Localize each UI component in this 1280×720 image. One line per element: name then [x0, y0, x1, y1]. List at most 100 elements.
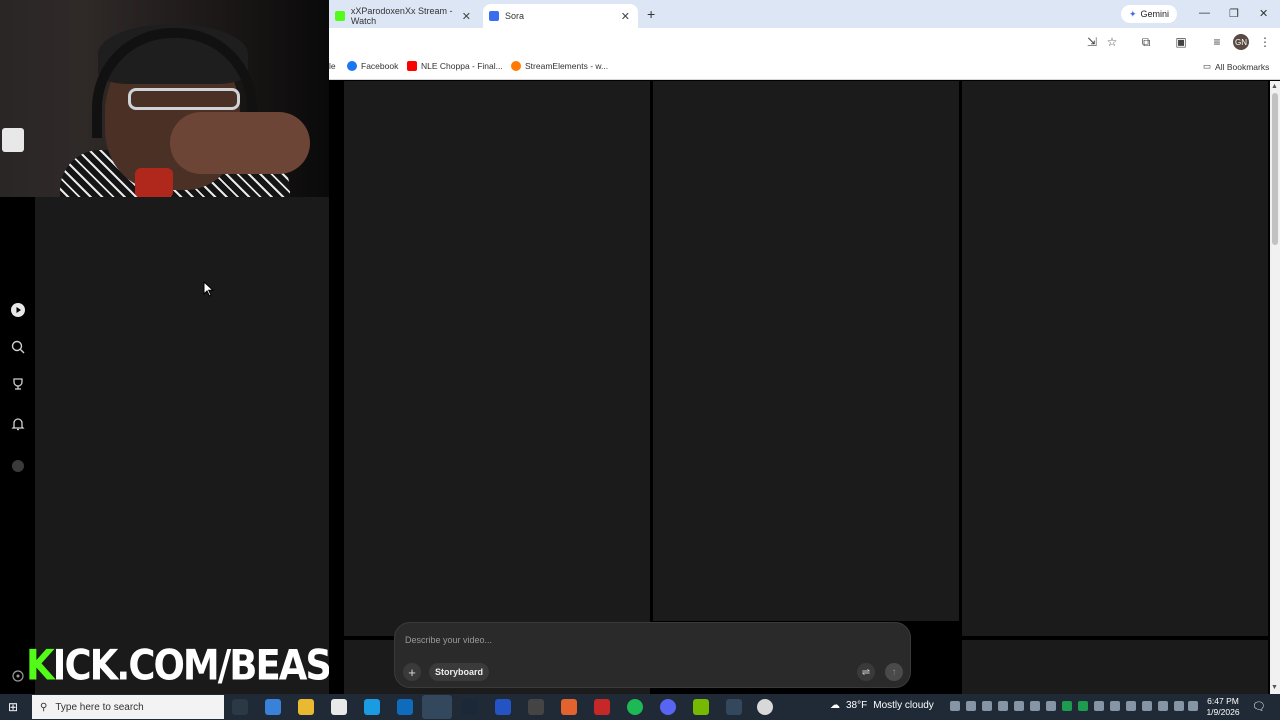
- browser-tab-bar: xXParodoxenXx Stream - Watch ✕ Sora ✕ + …: [329, 0, 1280, 28]
- webcam-cup: [2, 128, 24, 152]
- bookmark-streamelements[interactable]: StreamElements - w...: [511, 61, 608, 71]
- settings-icon[interactable]: [9, 667, 27, 685]
- media-icon[interactable]: ≡: [1210, 35, 1224, 49]
- clock-time: 6:47 PM: [1207, 696, 1239, 706]
- bookmark-label: Facebook: [361, 61, 399, 71]
- taskbar-search[interactable]: ⚲ Type here to search: [32, 695, 224, 719]
- video-card[interactable]: [962, 81, 1268, 636]
- tray-icon[interactable]: [998, 701, 1008, 711]
- bookmark-label: StreamElements - w...: [525, 61, 609, 71]
- tray-icon[interactable]: [1046, 701, 1056, 711]
- page-scrollbar[interactable]: ▲ ▼: [1270, 81, 1280, 694]
- app-icon[interactable]: [561, 699, 577, 715]
- tab-kick-stream[interactable]: xXParodoxenXx Stream - Watch ✕: [329, 4, 479, 28]
- close-icon[interactable]: ✕: [462, 10, 471, 23]
- send-button[interactable]: ↑: [885, 663, 903, 681]
- kick-favicon-icon: [335, 11, 345, 21]
- chrome-icon[interactable]: [422, 695, 452, 719]
- app-icon[interactable]: [594, 699, 610, 715]
- clock-date: 1/9/2026: [1206, 707, 1240, 717]
- side-panel-icon[interactable]: ▣: [1174, 35, 1188, 49]
- video-card[interactable]: [344, 81, 650, 636]
- mic-icon[interactable]: [1158, 701, 1168, 711]
- webcam-glasses: [128, 88, 240, 110]
- tab-label: xXParodoxenXx Stream - Watch: [350, 6, 453, 26]
- spotify-icon[interactable]: [627, 699, 643, 715]
- install-icon[interactable]: ⇲: [1085, 35, 1099, 49]
- start-icon[interactable]: ⊞: [8, 700, 22, 714]
- home-icon[interactable]: [9, 301, 27, 319]
- search-icon[interactable]: [9, 338, 27, 356]
- store-icon[interactable]: [331, 699, 347, 715]
- sora-left-panel: [35, 197, 329, 694]
- discord-icon[interactable]: [660, 699, 676, 715]
- extensions-icon[interactable]: ⧉: [1139, 35, 1153, 49]
- video-card[interactable]: [653, 81, 959, 621]
- sora-favicon-icon: [489, 11, 499, 21]
- youtube-icon: [407, 61, 417, 71]
- kick-banner: K ICK.COM/BEASTK: [26, 639, 382, 691]
- tray-icon[interactable]: [1014, 701, 1024, 711]
- profile-icon[interactable]: [9, 457, 27, 475]
- scroll-down-icon[interactable]: ▼: [1271, 684, 1278, 691]
- tray-icon[interactable]: [982, 701, 992, 711]
- bookmark-le[interactable]: le: [329, 61, 336, 71]
- tray-icon[interactable]: [1094, 701, 1104, 711]
- weather-widget[interactable]: ☁ 38°F Mostly cloudy: [830, 700, 934, 711]
- task-view-icon[interactable]: [232, 699, 248, 715]
- tray-icon[interactable]: [1030, 701, 1040, 711]
- bookmark-nle-choppa[interactable]: NLE Choppa - Final...: [407, 61, 503, 71]
- app-icon[interactable]: [757, 699, 773, 715]
- sora-sidebar: [0, 197, 35, 694]
- obs-icon[interactable]: [528, 699, 544, 715]
- star-icon[interactable]: ☆: [1105, 35, 1119, 49]
- steam-icon[interactable]: [462, 699, 478, 715]
- network-icon[interactable]: [1188, 701, 1198, 711]
- tray-icon[interactable]: [1062, 701, 1072, 711]
- folder-icon: ▭: [1203, 61, 1212, 71]
- menu-icon[interactable]: ⋮: [1258, 35, 1272, 49]
- weather-desc: Mostly cloudy: [873, 700, 934, 711]
- app-icon[interactable]: [495, 699, 511, 715]
- tray-icon[interactable]: [950, 701, 960, 711]
- profile-avatar[interactable]: GN: [1233, 34, 1249, 50]
- tray-icon[interactable]: [966, 701, 976, 711]
- volume-icon[interactable]: [1174, 701, 1184, 711]
- bookmarks-bar: le Facebook NLE Choppa - Final... Stream…: [329, 56, 1280, 80]
- facebook-icon: [347, 61, 357, 71]
- tab-sora[interactable]: Sora ✕: [483, 4, 638, 28]
- trophy-icon[interactable]: [9, 375, 27, 393]
- kick-banner-k: K: [26, 640, 55, 690]
- taskbar-clock[interactable]: 6:47 PM 1/9/2026: [1200, 696, 1246, 718]
- window-close-icon[interactable]: ✕: [1259, 7, 1268, 20]
- bell-icon[interactable]: [9, 415, 27, 433]
- windows-taskbar: ⊞ ⚲ Type here to search ☁ 38°F Mostly cl…: [0, 694, 1280, 720]
- new-tab-icon[interactable]: +: [647, 6, 655, 22]
- tray-icon[interactable]: [1078, 701, 1088, 711]
- nvidia-icon[interactable]: [693, 699, 709, 715]
- storyboard-button[interactable]: Storyboard: [429, 663, 490, 681]
- edge-icon[interactable]: [364, 699, 380, 715]
- maximize-icon[interactable]: ❐: [1229, 7, 1239, 20]
- webcam-hand: [170, 112, 310, 174]
- all-bookmarks[interactable]: ▭ All Bookmarks: [1203, 61, 1269, 72]
- tray-icon[interactable]: [1126, 701, 1136, 711]
- minimize-icon[interactable]: —: [1199, 7, 1210, 19]
- scrollbar-thumb[interactable]: [1272, 93, 1278, 245]
- browser-toolbar: ⇲ ☆ ⧉ ▣ ≡ GN ⋮: [329, 28, 1280, 56]
- video-card[interactable]: [962, 640, 1268, 694]
- prompt-input[interactable]: Describe your video...: [405, 635, 492, 645]
- gemini-button[interactable]: ✦ Gemini: [1121, 5, 1178, 23]
- bookmark-facebook[interactable]: Facebook: [347, 61, 398, 71]
- notification-icon[interactable]: 🗨: [1252, 700, 1266, 714]
- app-icon[interactable]: [726, 699, 742, 715]
- tray-icon[interactable]: [1110, 701, 1120, 711]
- scroll-up-icon[interactable]: ▲: [1271, 83, 1278, 90]
- outlook-icon[interactable]: [397, 699, 413, 715]
- copilot-icon[interactable]: [265, 699, 281, 715]
- file-explorer-icon[interactable]: [298, 699, 314, 715]
- add-media-button[interactable]: +: [403, 663, 421, 681]
- settings-sliders-icon[interactable]: ⇌: [857, 663, 875, 681]
- tray-icon[interactable]: [1142, 701, 1152, 711]
- close-icon[interactable]: ✕: [621, 10, 630, 23]
